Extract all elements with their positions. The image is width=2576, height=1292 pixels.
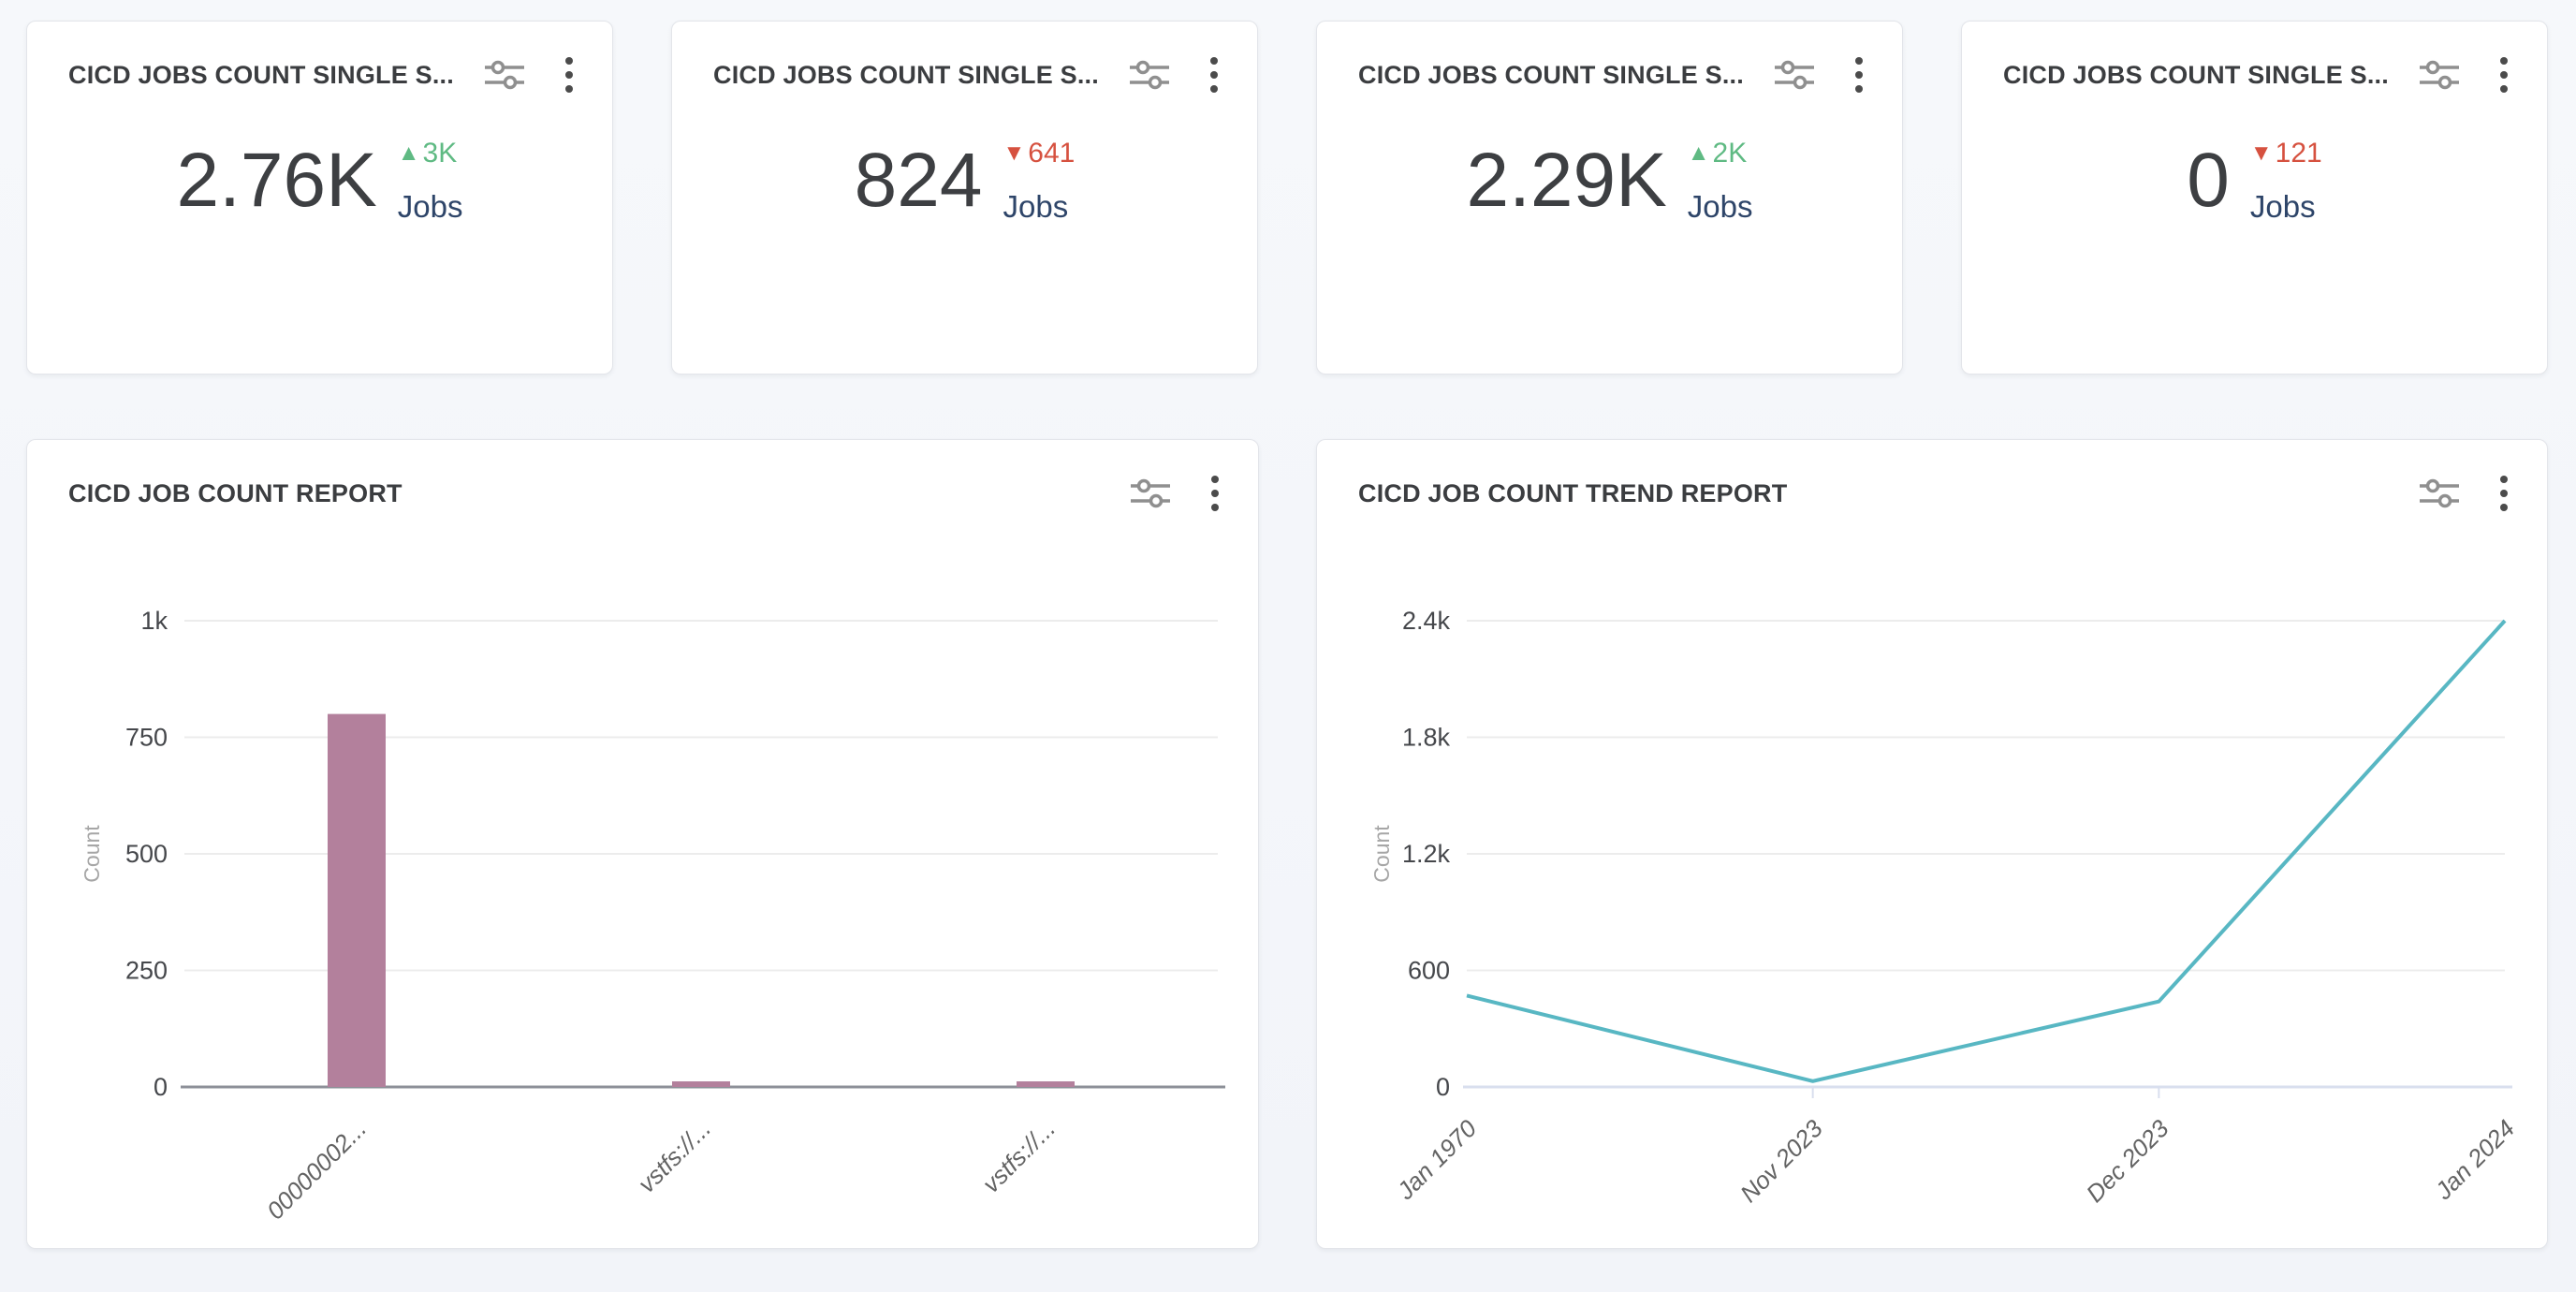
card-title: CICD JOB COUNT TREND REPORT bbox=[1358, 479, 2418, 508]
x-tick-label: vstfs://... bbox=[977, 1114, 1061, 1198]
y-tick-label: 1.8k bbox=[1402, 724, 1451, 752]
y-tick-label: 500 bbox=[125, 840, 168, 868]
line-chart-canvas[interactable]: 0 600 1.2k 1.8k 2.4k Count Jan 1970 Nov 2023 Dec… bbox=[1317, 564, 2547, 1252]
kpi-unit: Jobs bbox=[1003, 191, 1076, 222]
trend-down-icon: ▼ bbox=[2250, 142, 2273, 165]
kpi-side: ▼121 Jobs bbox=[2250, 139, 2322, 222]
kpi-body: 2.29K ▲2K Jobs bbox=[1317, 139, 1902, 222]
kpi-unit: Jobs bbox=[2250, 191, 2322, 222]
x-tick-label: vstfs://... bbox=[633, 1114, 717, 1198]
card-title: CICD JOBS COUNT SINGLE S... bbox=[713, 61, 1128, 90]
y-tick-label: 750 bbox=[125, 724, 168, 752]
kpi-card-2: CICD JOBS COUNT SINGLE S... 824 ▼641 Job… bbox=[671, 21, 1258, 374]
kpi-delta-value: 121 bbox=[2276, 139, 2322, 168]
kpi-delta-value: 641 bbox=[1028, 139, 1075, 168]
kpi-body: 0 ▼121 Jobs bbox=[1962, 139, 2547, 222]
card-header: CICD JOBS COUNT SINGLE S... bbox=[672, 22, 1257, 95]
dashboard: { "colors": { "up_green": "#5fba83", "do… bbox=[0, 0, 2576, 1292]
kpi-card-4: CICD JOBS COUNT SINGLE S... 0 ▼121 Jobs bbox=[1961, 21, 2548, 374]
kebab-menu-icon[interactable] bbox=[2498, 55, 2510, 95]
bar-chart-card: CICD JOB COUNT REPORT 02505007501kCount0… bbox=[26, 439, 1259, 1249]
y-tick-label: 0 bbox=[154, 1073, 168, 1101]
card-header: CICD JOBS COUNT SINGLE S... bbox=[27, 22, 612, 95]
kpi-body: 2.76K ▲3K Jobs bbox=[27, 139, 612, 222]
card-actions bbox=[1128, 55, 1220, 95]
x-tick-label: 00000002... bbox=[261, 1114, 372, 1225]
card-actions bbox=[2418, 55, 2510, 95]
card-title: CICD JOBS COUNT SINGLE S... bbox=[1358, 61, 1773, 90]
kpi-delta: ▼121 bbox=[2250, 139, 2322, 168]
card-actions bbox=[483, 55, 575, 95]
line-chart-card: CICD JOB COUNT TREND REPORT 0 600 1.2k 1.8k… bbox=[1316, 439, 2548, 1249]
card-title: CICD JOB COUNT REPORT bbox=[68, 479, 1129, 508]
card-actions bbox=[1773, 55, 1865, 95]
kpi-value: 2.76K bbox=[176, 142, 376, 219]
y-tick-label: 1k bbox=[140, 607, 168, 635]
bar-chart-canvas[interactable]: 0 250 500 750 1k Count 00000002... vstfs://... v… bbox=[27, 564, 1258, 1252]
kpi-side: ▲2K Jobs bbox=[1688, 139, 1753, 222]
y-axis-title: Count bbox=[1369, 825, 1394, 883]
sliders-icon[interactable] bbox=[1128, 58, 1171, 92]
card-header: CICD JOB COUNT REPORT bbox=[27, 440, 1258, 513]
card-actions bbox=[2418, 474, 2510, 513]
kebab-menu-icon[interactable] bbox=[1209, 474, 1221, 513]
kpi-value: 824 bbox=[855, 142, 983, 219]
line-series[interactable] bbox=[1467, 621, 2505, 1081]
kpi-value: 0 bbox=[2187, 142, 2230, 219]
kpi-side: ▼641 Jobs bbox=[1003, 139, 1076, 222]
kpi-delta: ▲3K bbox=[398, 139, 463, 168]
kpi-unit: Jobs bbox=[398, 191, 463, 222]
bar[interactable] bbox=[672, 1081, 730, 1087]
card-actions bbox=[1129, 474, 1221, 513]
bar[interactable] bbox=[1017, 1081, 1075, 1087]
y-tick-label: 0 bbox=[1436, 1073, 1450, 1101]
kpi-card-3: CICD JOBS COUNT SINGLE S... 2.29K ▲2K Jo… bbox=[1316, 21, 1903, 374]
kpi-delta: ▲2K bbox=[1688, 139, 1753, 168]
kebab-menu-icon[interactable] bbox=[564, 55, 575, 95]
x-tick-label: Nov 2023 bbox=[1734, 1114, 1828, 1208]
kpi-side: ▲3K Jobs bbox=[398, 139, 463, 222]
card-header: CICD JOBS COUNT SINGLE S... bbox=[1317, 22, 1902, 95]
y-axis-title: Count bbox=[80, 825, 104, 883]
kebab-menu-icon[interactable] bbox=[2498, 474, 2510, 513]
sliders-icon[interactable] bbox=[2418, 58, 2461, 92]
kpi-unit: Jobs bbox=[1688, 191, 1753, 222]
sliders-icon[interactable] bbox=[1129, 477, 1172, 510]
kpi-delta-value: 2K bbox=[1713, 139, 1748, 168]
kpi-card-1: CICD JOBS COUNT SINGLE S... 2.76K ▲3K Jo… bbox=[26, 21, 613, 374]
trend-down-icon: ▼ bbox=[1003, 142, 1026, 165]
card-title: CICD JOBS COUNT SINGLE S... bbox=[68, 61, 483, 90]
sliders-icon[interactable] bbox=[1773, 58, 1816, 92]
x-tick-label: Jan 1970 bbox=[1391, 1114, 1483, 1206]
charts-row: CICD JOB COUNT REPORT 02505007501kCount0… bbox=[0, 374, 2576, 1249]
kpi-value: 2.29K bbox=[1466, 142, 1666, 219]
y-tick-label: 250 bbox=[125, 957, 168, 985]
x-tick-label: Dec 2023 bbox=[2081, 1114, 2174, 1208]
bar[interactable] bbox=[328, 714, 386, 1087]
y-tick-label: 600 bbox=[1408, 957, 1450, 985]
card-header: CICD JOB COUNT TREND REPORT bbox=[1317, 440, 2547, 513]
trend-up-icon: ▲ bbox=[1688, 142, 1710, 165]
trend-up-icon: ▲ bbox=[398, 142, 420, 165]
sliders-icon[interactable] bbox=[483, 58, 526, 92]
kebab-menu-icon[interactable] bbox=[1853, 55, 1865, 95]
kpi-delta-value: 3K bbox=[423, 139, 458, 168]
x-tick-label: Jan 2024 bbox=[2429, 1114, 2521, 1206]
y-tick-label: 2.4k bbox=[1402, 607, 1451, 635]
kpi-delta: ▼641 bbox=[1003, 139, 1076, 168]
kpi-body: 824 ▼641 Jobs bbox=[672, 139, 1257, 222]
y-tick-label: 1.2k bbox=[1402, 840, 1451, 868]
sliders-icon[interactable] bbox=[2418, 477, 2461, 510]
kebab-menu-icon[interactable] bbox=[1208, 55, 1220, 95]
kpi-row: CICD JOBS COUNT SINGLE S... 2.76K ▲3K Jo… bbox=[0, 0, 2576, 374]
card-title: CICD JOBS COUNT SINGLE S... bbox=[2003, 61, 2418, 90]
card-header: CICD JOBS COUNT SINGLE S... bbox=[1962, 22, 2547, 95]
